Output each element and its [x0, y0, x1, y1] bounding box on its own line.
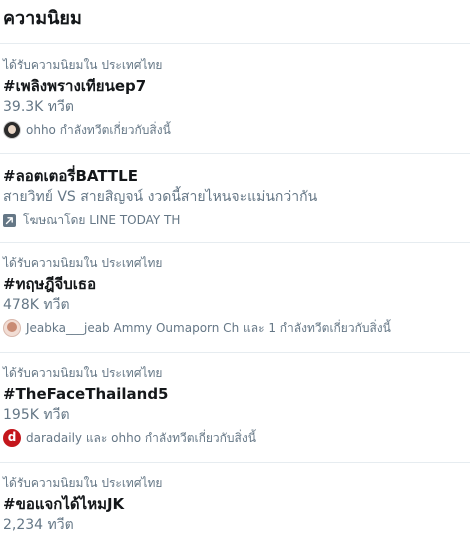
trend-hashtag[interactable]: #ขอแจกได้ไหมJK	[3, 495, 470, 514]
trend-social-context: ohho กำลังทวีตเกี่ยวกับสิ่งนี้	[3, 121, 470, 139]
promoted-trend-item[interactable]: #ลอตเตอรี่BATTLE สายวิทย์ VS สายสิญจน์ ง…	[0, 154, 470, 243]
trend-hashtag[interactable]: #ทฤษฎีจีบเธอ	[3, 275, 470, 294]
trend-item[interactable]: ได้รับความนิยมใน ประเทศไทย #ทฤษฎีจีบเธอ …	[0, 243, 470, 353]
trend-item[interactable]: ได้รับความนิยมใน ประเทศไทย #ขอแจกได้ไหมJ…	[0, 463, 470, 541]
avatar: d	[3, 429, 21, 447]
trend-tweet-count: 478K ทวีต	[3, 297, 70, 313]
trend-hashtag[interactable]: #TheFaceThailand5	[3, 385, 470, 404]
trend-social-text: Jeabka___jeab Ammy Oumaporn Ch และ 1 กำล…	[26, 320, 391, 335]
trend-description: สายวิทย์ VS สายสิญจน์ งวดนี้สายไหนจะแม่น…	[3, 189, 318, 205]
trend-social-context: Jeabka___jeab Ammy Oumaporn Ch และ 1 กำล…	[3, 319, 470, 337]
avatar	[3, 319, 21, 337]
trend-hashtag[interactable]: #ลอตเตอรี่BATTLE	[3, 167, 470, 186]
trend-context: ได้รับความนิยมใน ประเทศไทย	[3, 366, 163, 380]
trend-social-context: d daradaily และ ohho กำลังทวีตเกี่ยวกับส…	[3, 429, 470, 447]
trends-panel: ความนิยม ได้รับความนิยมใน ประเทศไทย #เพล…	[0, 0, 470, 541]
trend-item[interactable]: ได้รับความนิยมใน ประเทศไทย #เพลิงพรางเที…	[0, 44, 470, 154]
trend-hashtag[interactable]: #เพลิงพรางเทียนep7	[3, 77, 470, 96]
promoted-arrow-icon	[3, 214, 16, 227]
trend-social-text: daradaily และ ohho กำลังทวีตเกี่ยวกับสิ่…	[26, 430, 256, 445]
trend-context: ได้รับความนิยมใน ประเทศไทย	[3, 58, 163, 72]
trend-tweet-count: 195K ทวีต	[3, 407, 70, 423]
trend-tweet-count: 39.3K ทวีต	[3, 99, 74, 115]
trends-header: ความนิยม	[0, 0, 470, 44]
promoted-text: โฆษณาโดย LINE TODAY TH	[23, 213, 181, 227]
avatar	[3, 121, 21, 139]
trends-title: ความนิยม	[3, 8, 82, 29]
trend-tweet-count: 2,234 ทวีต	[3, 517, 74, 533]
trend-item[interactable]: ได้รับความนิยมใน ประเทศไทย #TheFaceThail…	[0, 353, 470, 463]
trend-context: ได้รับความนิยมใน ประเทศไทย	[3, 256, 163, 270]
trend-social-text: ohho กำลังทวีตเกี่ยวกับสิ่งนี้	[26, 122, 171, 137]
promoted-by: โฆษณาโดย LINE TODAY TH	[3, 213, 470, 228]
trend-context: ได้รับความนิยมใน ประเทศไทย	[3, 476, 163, 490]
